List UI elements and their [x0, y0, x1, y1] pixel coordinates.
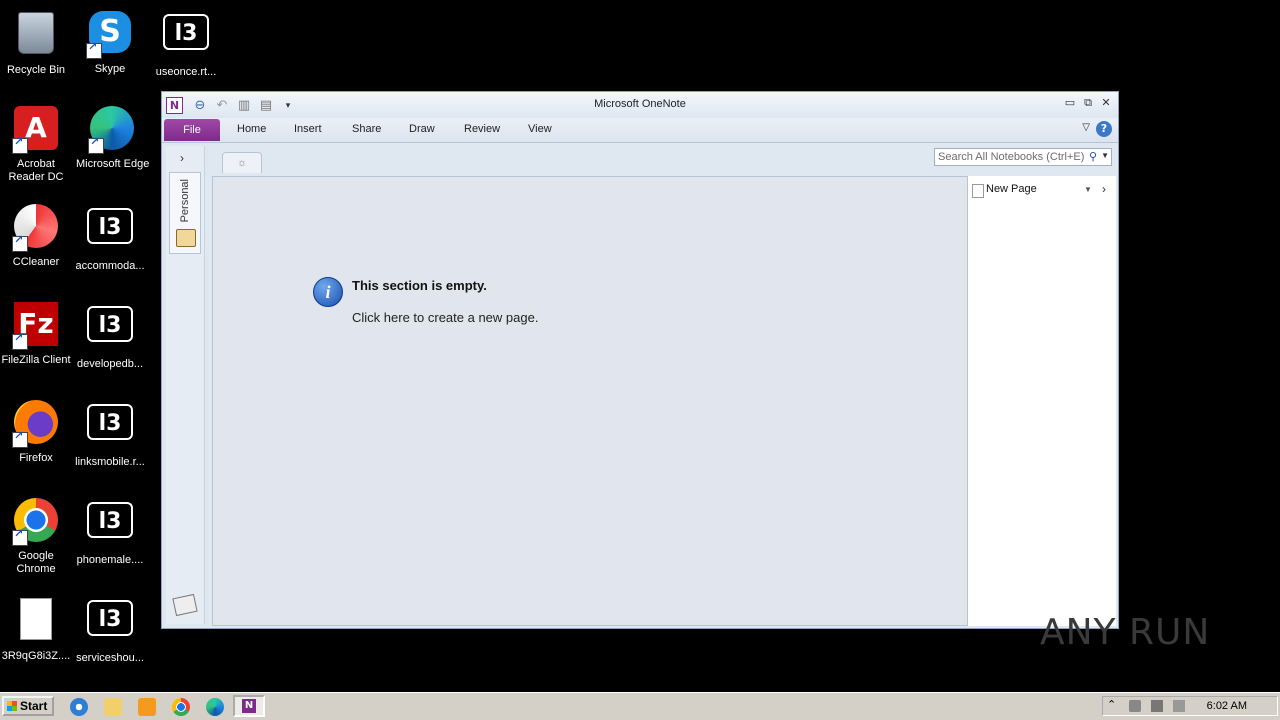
desktop-icon-label: useonce.rt... [155, 66, 217, 78]
desktop-icon-accommoda[interactable]: l3 accommoda... [74, 202, 146, 273]
desktop-icon-acrobat[interactable]: A Acrobat Reader DC [0, 104, 72, 184]
taskbar: Start N ⌃ 6:02 AM [0, 692, 1280, 720]
page-canvas[interactable]: i This section is empty. Click here to c… [212, 176, 968, 626]
watermark: ANY RUN [1040, 612, 1211, 653]
tab-share[interactable]: Share [352, 123, 381, 135]
desktop-icon-filezilla[interactable]: Fz FileZilla Client [0, 300, 72, 367]
desktop-icon-label: Firefox [19, 452, 53, 464]
shortcut-arrow-icon [86, 41, 102, 59]
desktop-icon-label: linksmobile.r... [75, 456, 145, 468]
clock[interactable]: 6:02 AM [1207, 700, 1247, 712]
desktop-icon-label: Acrobat Reader DC [8, 158, 64, 183]
internet-explorer-icon[interactable] [70, 698, 88, 716]
new-page-dropdown-icon[interactable]: ▼ [1084, 185, 1092, 194]
desktop-icon-edge[interactable]: Microsoft Edge [74, 104, 162, 171]
desktop-icon-useonce[interactable]: l3 useonce.rt... [150, 8, 222, 79]
search-input[interactable]: Search All Notebooks (Ctrl+E) ⚲ ▼ [934, 148, 1112, 166]
onenote-window: N ⊖ ↶ ▥ ▤ ▾ Microsoft OneNote ▭ ⧉ ✕ File… [161, 91, 1119, 629]
desktop-icon-label: Google Chrome [16, 550, 56, 575]
show-hidden-icons-icon[interactable]: ⌃ [1107, 700, 1119, 712]
search-scope-dropdown-icon[interactable]: ▼ [1101, 151, 1109, 160]
expand-ribbon-icon[interactable]: ▽ [1082, 122, 1090, 133]
file-icon: l3 [87, 208, 133, 244]
desktop-icon-firefox[interactable]: Firefox [0, 398, 72, 465]
search-placeholder: Search All Notebooks (Ctrl+E) [938, 151, 1085, 163]
page-label: New Page [986, 183, 1037, 195]
desktop-icon-label: serviceshou... [76, 652, 144, 664]
text-file-icon [20, 598, 52, 640]
desktop-icon-label: FileZilla Client [1, 354, 71, 366]
desktop-icon-ccleaner[interactable]: CCleaner [0, 202, 72, 269]
desktop-icon-label: Recycle Bin [6, 64, 66, 76]
create-new-page-link[interactable]: Click here to create a new page. [352, 310, 538, 325]
new-page-icon [972, 184, 984, 198]
desktop-icon-phonemale[interactable]: l3 phonemale.... [74, 496, 146, 567]
desktop-icon-label: Skype [94, 63, 126, 75]
tab-file[interactable]: File [164, 119, 220, 141]
desktop-icon-chrome[interactable]: Google Chrome [0, 496, 72, 576]
tab-home[interactable]: Home [237, 123, 266, 135]
chrome-icon[interactable] [172, 698, 190, 716]
new-section-tab[interactable]: ☼ [222, 152, 262, 173]
window-title: Microsoft OneNote [594, 98, 686, 110]
collapse-page-tabs-icon[interactable]: › [1102, 182, 1106, 196]
desktop-icon-linksmobile[interactable]: l3 linksmobile.r... [74, 398, 146, 469]
desktop-icon-label: phonemale.... [76, 554, 144, 566]
shortcut-arrow-icon [12, 430, 28, 448]
minimize-icon[interactable]: ▭ [1062, 96, 1078, 110]
expand-navigation-icon[interactable]: › [180, 151, 184, 165]
shortcut-arrow-icon [12, 528, 28, 546]
taskbar-onenote-button[interactable]: N [233, 695, 265, 717]
shortcut-arrow-icon [12, 234, 28, 252]
file-icon: l3 [87, 306, 133, 342]
recycle-bin-icon [18, 12, 54, 54]
ribbon-tabs: File Home Insert Share Draw Review View … [162, 118, 1118, 143]
desktop-icon-label: accommoda... [75, 260, 145, 272]
desktop-icon-label: developedb... [76, 358, 144, 370]
title-bar[interactable]: N ⊖ ↶ ▥ ▤ ▾ Microsoft OneNote ▭ ⧉ ✕ [162, 92, 1118, 118]
desktop-icon-label: Microsoft Edge [76, 158, 150, 170]
restore-icon[interactable]: ⧉ [1080, 96, 1096, 110]
file-explorer-icon[interactable] [104, 698, 122, 716]
action-center-alert-icon[interactable] [1173, 700, 1185, 712]
notebook-label: Personal [179, 179, 191, 223]
shortcut-arrow-icon [12, 136, 28, 154]
desktop-icon-serviceshou[interactable]: l3 serviceshou... [74, 594, 146, 665]
tab-review[interactable]: Review [464, 123, 500, 135]
desktop-icon-label: CCleaner [12, 256, 60, 268]
page-new-page[interactable]: New Page ▼ › [972, 182, 1112, 198]
empty-section-message: This section is empty. [352, 278, 487, 293]
media-player-icon[interactable] [138, 698, 156, 716]
onenote-icon: N [242, 699, 256, 713]
file-icon: l3 [163, 14, 209, 50]
volume-muted-icon[interactable] [1129, 700, 1141, 712]
desktop-icon-3r9qg8i3z[interactable]: 3R9qG8i3Z.... [0, 594, 72, 663]
desktop-icon-recycle-bin[interactable]: Recycle Bin [0, 8, 72, 77]
desktop-icon-skype[interactable]: S Skype [74, 8, 146, 76]
help-icon[interactable]: ? [1096, 121, 1112, 137]
desktop-icon-label: 3R9qG8i3Z.... [1, 650, 71, 662]
desktop-icon-developedb[interactable]: l3 developedb... [74, 300, 146, 371]
edge-icon[interactable] [206, 698, 224, 716]
close-icon[interactable]: ✕ [1098, 96, 1114, 110]
unfiled-notes-icon[interactable] [172, 593, 198, 617]
shortcut-arrow-icon [12, 332, 28, 350]
file-icon: l3 [87, 502, 133, 538]
shortcut-arrow-icon [88, 136, 104, 154]
notebook-icon [176, 229, 196, 247]
file-icon: l3 [87, 600, 133, 636]
new-section-icon: ☼ [236, 157, 248, 169]
tab-view[interactable]: View [528, 123, 552, 135]
notebook-pane: › Personal [166, 146, 205, 624]
system-tray: ⌃ 6:02 AM [1102, 696, 1278, 716]
info-icon: i [313, 277, 343, 307]
start-button[interactable]: Start [2, 696, 54, 716]
file-icon: l3 [87, 404, 133, 440]
page-tabs-pane: New Page ▼ › [968, 176, 1116, 626]
tab-insert[interactable]: Insert [294, 123, 322, 135]
search-icon[interactable]: ⚲ [1089, 150, 1097, 163]
tab-draw[interactable]: Draw [409, 123, 435, 135]
notebook-personal[interactable]: Personal [169, 172, 201, 254]
network-icon[interactable] [1151, 700, 1163, 712]
